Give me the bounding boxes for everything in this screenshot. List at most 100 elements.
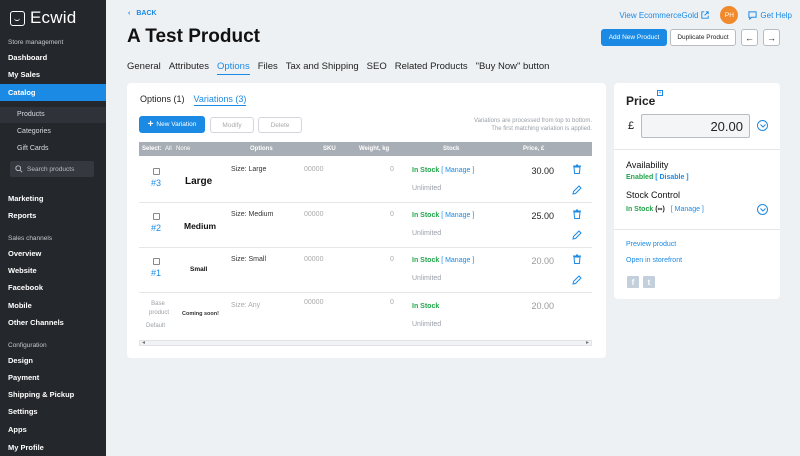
divider	[614, 229, 780, 230]
sidebar-item-dashboard[interactable]: Dashboard	[0, 49, 106, 66]
variation-image-label: Medium	[184, 221, 217, 231]
sidebar-item-overview[interactable]: Overview	[0, 245, 106, 262]
duplicate-product-button[interactable]: Duplicate Product	[670, 29, 736, 46]
header-options: Options	[250, 146, 273, 152]
trash-icon[interactable]	[572, 164, 582, 174]
tab-tax-shipping[interactable]: Tax and Shipping	[286, 61, 359, 75]
sidebar-item-categories[interactable]: Categories	[0, 124, 106, 140]
bag-icon	[10, 10, 25, 26]
twitter-icon[interactable]: t	[643, 276, 655, 288]
plus-icon[interactable]: +	[657, 90, 663, 96]
sidebar-item-products[interactable]: Products	[0, 107, 106, 123]
row-weight[interactable]: 0	[390, 256, 394, 263]
horizontal-scrollbar[interactable]: ◂ ▸	[139, 340, 592, 346]
facebook-icon[interactable]: f	[627, 276, 639, 288]
table-row[interactable]: #2 Medium Size: Medium 00000 0 In Stock …	[139, 203, 592, 248]
currency-symbol: £	[628, 120, 635, 132]
sidebar-item-website[interactable]: Website	[0, 262, 106, 279]
sidebar-search[interactable]: Search products	[10, 161, 94, 177]
availability-status: Enabled [ Disable ]	[626, 174, 689, 181]
scroll-right-icon[interactable]: ▸	[586, 339, 589, 346]
base-quantity: Unlimited	[412, 321, 442, 328]
sidebar-item-my-sales[interactable]: My Sales	[0, 66, 106, 83]
tab-attributes[interactable]: Attributes	[169, 61, 209, 75]
sidebar-item-mobile[interactable]: Mobile	[0, 297, 106, 314]
prev-product-button[interactable]: ←	[741, 29, 758, 46]
sidebar-item-facebook[interactable]: Facebook	[0, 279, 106, 296]
row-weight[interactable]: 0	[390, 211, 394, 218]
trash-icon[interactable]	[572, 209, 582, 219]
row-sku[interactable]: 00000	[304, 211, 323, 218]
sidebar-item-gift-cards[interactable]: Gift Cards	[0, 141, 106, 157]
stock-control-label: Stock Control	[626, 190, 681, 200]
back-link[interactable]: ‹ BACK	[128, 10, 157, 17]
tab-related-products[interactable]: Related Products	[395, 61, 468, 75]
manage-stock-link[interactable]: [ Manage ]	[441, 212, 474, 219]
subtab-options[interactable]: Options (1)	[140, 94, 185, 106]
sidebar-item-catalog[interactable]: Catalog	[0, 84, 106, 101]
sidebar-item-reports[interactable]: Reports	[0, 207, 106, 224]
tab-files[interactable]: Files	[258, 61, 278, 75]
sidebar-item-my-profile[interactable]: My Profile	[0, 439, 106, 456]
row-stock: In Stock [ Manage ]	[412, 212, 475, 219]
add-new-product-button[interactable]: Add New Product	[601, 29, 667, 46]
row-sku[interactable]: 00000	[304, 166, 323, 173]
sidebar-item-marketing[interactable]: Marketing	[0, 190, 106, 207]
variation-image-label: Large	[185, 176, 213, 187]
pencil-icon[interactable]	[572, 230, 582, 240]
select-none-link[interactable]: None	[176, 146, 190, 152]
pencil-icon[interactable]	[572, 185, 582, 195]
tab-general[interactable]: General	[127, 61, 161, 75]
row-checkbox[interactable]	[153, 258, 160, 265]
manage-stock-link[interactable]: [ Manage ]	[441, 167, 474, 174]
table-row[interactable]: #1 Small Size: Small 00000 0 In Stock [ …	[139, 248, 592, 293]
ecwid-logo[interactable]: Ecwid	[10, 8, 76, 28]
disable-link[interactable]: [ Disable ]	[655, 174, 688, 181]
default-label: Default	[146, 323, 166, 329]
base-product-row: Base product Default Coming soon! Size: …	[139, 293, 592, 337]
row-price[interactable]: 30.00	[524, 166, 554, 176]
open-storefront-link[interactable]: Open in storefront	[626, 257, 682, 264]
row-price[interactable]: 20.00	[524, 256, 554, 266]
sidebar-item-apps[interactable]: Apps	[0, 421, 106, 438]
sidebar-item-other-channels[interactable]: Other Channels	[0, 314, 106, 331]
avatar[interactable]: PH	[720, 6, 739, 24]
view-store-link[interactable]: View EcommerceGold	[619, 11, 710, 20]
chevron-down-icon[interactable]	[757, 120, 768, 131]
select-all-link[interactable]: All	[165, 146, 172, 152]
chevron-down-icon[interactable]	[757, 204, 768, 215]
sidebar-item-design[interactable]: Design	[0, 352, 106, 369]
tab-seo[interactable]: SEO	[367, 61, 387, 75]
subtab-variations[interactable]: Variations (3)	[193, 94, 247, 106]
manage-stock-link[interactable]: [ Manage ]	[671, 206, 704, 213]
row-quantity: Unlimited	[412, 230, 442, 237]
scroll-left-icon[interactable]: ◂	[142, 339, 145, 346]
row-checkbox[interactable]	[153, 168, 160, 175]
subtabs: Options (1) Variations (3)	[140, 94, 247, 106]
variations-card: Options (1) Variations (3) + New Variati…	[127, 83, 606, 358]
row-checkbox[interactable]	[153, 213, 160, 220]
table-row[interactable]: #3 Large Size: Large 00000 0 In Stock [ …	[139, 158, 592, 203]
base-sku: 00000	[304, 299, 324, 306]
sidebar-item-settings[interactable]: Settings	[0, 403, 106, 420]
row-sku[interactable]: 00000	[304, 256, 323, 263]
price-input[interactable]: 20.00	[641, 114, 750, 138]
delete-button[interactable]: Delete	[258, 117, 302, 133]
base-weight: 0	[390, 299, 394, 306]
section-store-management: Store management	[8, 39, 64, 46]
manage-stock-link[interactable]: [ Manage ]	[441, 257, 474, 264]
trash-icon[interactable]	[572, 254, 582, 264]
next-product-button[interactable]: →	[763, 29, 780, 46]
preview-product-link[interactable]: Preview product	[626, 241, 676, 248]
variation-image-label: Small	[190, 266, 208, 273]
pencil-icon[interactable]	[572, 275, 582, 285]
sidebar-item-payment[interactable]: Payment	[0, 369, 106, 386]
help-link[interactable]: Get Help	[748, 11, 792, 20]
tab-options[interactable]: Options	[216, 61, 250, 75]
row-weight[interactable]: 0	[390, 166, 394, 173]
row-price[interactable]: 25.00	[524, 211, 554, 221]
sidebar-item-shipping[interactable]: Shipping & Pickup	[0, 386, 106, 403]
modify-button[interactable]: Modify	[210, 117, 254, 133]
new-variation-button[interactable]: + New Variation	[139, 116, 205, 133]
tab-buy-now[interactable]: "Buy Now" button	[476, 61, 550, 75]
